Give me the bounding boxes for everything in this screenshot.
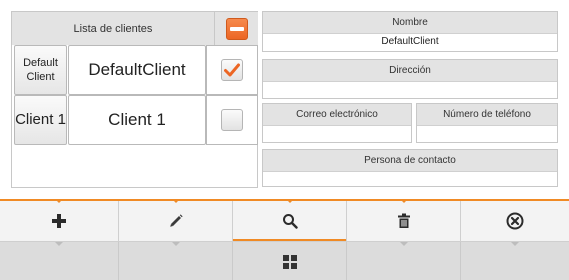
client-check-cell <box>206 95 258 145</box>
search-icon <box>282 214 298 229</box>
bottom-notch <box>511 242 519 246</box>
phone-field: Número de teléfono <box>416 103 558 143</box>
trash-icon <box>397 213 410 228</box>
select-all-cell <box>215 12 258 45</box>
toolbar-notch <box>285 199 294 203</box>
edit-button[interactable] <box>119 199 233 241</box>
client-code-cell[interactable]: Client 1 <box>14 95 67 145</box>
client-code-cell[interactable]: Default Client <box>14 45 67 95</box>
add-button[interactable] <box>0 199 119 241</box>
search-button[interactable] <box>233 199 347 242</box>
checkmark-icon <box>224 63 240 77</box>
plus-icon <box>52 214 66 228</box>
client-manager-screen: Lista de clientes Default Client Default… <box>0 0 569 280</box>
email-field: Correo electrónico <box>262 103 412 143</box>
cancel-circle-icon <box>506 212 524 230</box>
bottom-nav-bar <box>0 241 569 280</box>
client-row-default[interactable]: Default Client DefaultClient <box>12 45 258 95</box>
client-list-header: Lista de clientes <box>12 12 215 45</box>
bottom-nav-segment[interactable] <box>119 242 233 280</box>
phone-input[interactable] <box>417 126 557 141</box>
email-label: Correo electrónico <box>263 104 411 126</box>
toolbar-notch <box>171 199 180 203</box>
bottom-nav-segment[interactable] <box>0 242 119 280</box>
contact-input[interactable] <box>263 172 557 187</box>
cancel-button[interactable] <box>461 201 569 241</box>
client-row-checkbox[interactable] <box>221 109 243 131</box>
address-field: Dirección <box>262 59 558 99</box>
name-label: Nombre <box>263 12 557 34</box>
bottom-notch <box>55 242 63 246</box>
contact-label: Persona de contacto <box>263 150 557 172</box>
minus-icon <box>229 26 244 31</box>
toolbar-notch <box>55 199 63 203</box>
client-check-cell <box>206 45 258 95</box>
delete-button[interactable] <box>347 199 461 241</box>
pencil-icon <box>169 214 183 227</box>
contact-field: Persona de contacto <box>262 149 558 187</box>
address-label: Dirección <box>263 60 557 82</box>
grid-menu-icon <box>282 254 297 269</box>
bottom-notch <box>399 242 408 246</box>
address-input[interactable] <box>263 82 557 97</box>
toolbar-notch <box>399 199 408 203</box>
client-name-cell[interactable]: Client 1 <box>68 95 206 145</box>
select-all-checkbox[interactable] <box>225 17 248 40</box>
client-row-client1[interactable]: Client 1 Client 1 <box>12 95 258 145</box>
bottom-nav-segment[interactable] <box>347 242 461 280</box>
action-toolbar <box>0 199 569 242</box>
client-name-cell[interactable]: DefaultClient <box>68 45 206 95</box>
name-input[interactable]: DefaultClient <box>263 34 557 49</box>
bottom-notch <box>171 242 180 246</box>
menu-button[interactable] <box>233 242 347 280</box>
bottom-nav-segment[interactable] <box>461 242 569 280</box>
phone-label: Número de teléfono <box>417 104 557 126</box>
email-input[interactable] <box>263 126 411 141</box>
name-field: Nombre DefaultClient <box>262 11 558 52</box>
client-row-checkbox[interactable] <box>221 59 243 81</box>
client-list-panel: Lista de clientes Default Client Default… <box>11 11 258 188</box>
